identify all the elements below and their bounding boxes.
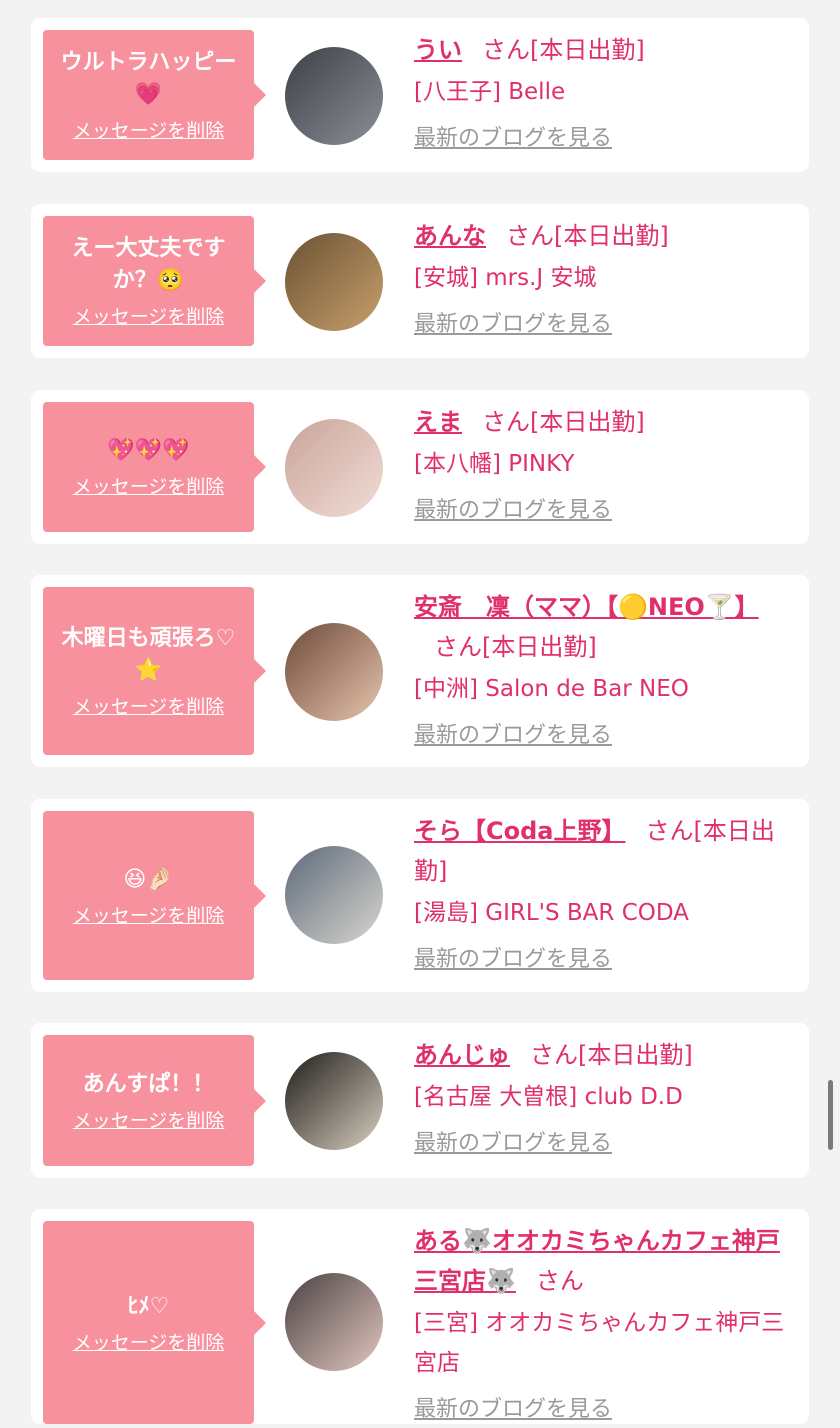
cast-name-link[interactable]: そら【Coda上野】 [414, 817, 625, 845]
avatar[interactable] [285, 846, 383, 944]
name-line: そら【Coda上野】 さん[本日出勤] [414, 811, 794, 891]
delete-message-link[interactable]: メッセージを削除 [73, 904, 225, 928]
cast-name-link[interactable]: うい [414, 36, 462, 64]
name-line: あんな さん[本日出勤] [414, 216, 794, 256]
scrollbar[interactable] [828, 1080, 833, 1150]
message-card: 木曜日も頑張ろ♡⭐ メッセージを削除 安斎 凜（ママ）【🟡NEO🍸】さん[本日出… [31, 575, 809, 767]
message-card: 💖💖💖 メッセージを削除 えま さん[本日出勤] [本八幡] PINKY 最新のブ… [31, 390, 809, 544]
cast-info: あんじゅ さん[本日出勤] [名古屋 大曽根] club D.D 最新のブログを見… [414, 1035, 794, 1159]
message-text: 😆🤌🏻 [123, 866, 174, 892]
delete-message-link[interactable]: メッセージを削除 [73, 119, 225, 143]
message-bubble: ウルトラハッピー💗 メッセージを削除 [43, 30, 266, 160]
message-bubble: 木曜日も頑張ろ♡⭐ メッセージを削除 [43, 587, 266, 755]
attendance-status: さん[本日出勤] [482, 408, 645, 436]
cast-name-link[interactable]: あんな [414, 222, 486, 250]
cast-info: ある🐺オオカミちゃんカフェ神戸三宮店🐺 さん [三宮] オオカミちゃんカフェ神戸三… [414, 1221, 794, 1425]
shop-info: [湯島] GIRL'S BAR CODA [414, 900, 689, 926]
latest-blog-link[interactable]: 最新のブログを見る [414, 124, 612, 154]
name-line: うい さん[本日出勤] [414, 30, 794, 70]
attendance-status: さん [535, 1267, 584, 1295]
message-text: あんすぱ！！ [82, 1071, 215, 1097]
shop-info: [本八幡] PINKY [414, 451, 575, 477]
message-card: 😆🤌🏻 メッセージを削除 そら【Coda上野】 さん[本日出勤] [湯島] GIR… [31, 799, 809, 992]
message-bubble: 💖💖💖 メッセージを削除 [43, 402, 266, 532]
message-card: ウルトラハッピー💗 メッセージを削除 うい さん[本日出勤] [八王子] Bell… [31, 18, 809, 172]
attendance-status: さん[本日出勤] [434, 633, 597, 661]
name-line: えま さん[本日出勤] [414, 402, 794, 442]
latest-blog-link[interactable]: 最新のブログを見る [414, 721, 612, 751]
cast-info: えま さん[本日出勤] [本八幡] PINKY 最新のブログを見る [414, 402, 794, 526]
shop-info: [名古屋 大曽根] club D.D [414, 1084, 683, 1110]
delete-message-link[interactable]: メッセージを削除 [73, 475, 225, 499]
message-bubble: えー大丈夫ですか？🥺 メッセージを削除 [43, 216, 266, 346]
attendance-status: さん[本日出勤] [530, 1041, 693, 1069]
delete-message-link[interactable]: メッセージを削除 [73, 1331, 225, 1355]
cast-name-link[interactable]: えま [414, 408, 462, 436]
latest-blog-link[interactable]: 最新のブログを見る [414, 1395, 612, 1425]
attendance-status: さん[本日出勤] [506, 222, 669, 250]
message-text: 💖💖💖 [107, 438, 190, 463]
message-bubble: あんすぱ！！ メッセージを削除 [43, 1035, 266, 1166]
delete-message-link[interactable]: メッセージを削除 [73, 1109, 225, 1133]
avatar[interactable] [285, 1273, 383, 1371]
shop-info: [中洲] Salon de Bar NEO [414, 676, 689, 702]
avatar[interactable] [285, 47, 383, 145]
latest-blog-link[interactable]: 最新のブログを見る [414, 496, 612, 526]
latest-blog-link[interactable]: 最新のブログを見る [414, 310, 612, 340]
cast-name-link[interactable]: あんじゅ [414, 1041, 510, 1069]
latest-blog-link[interactable]: 最新のブログを見る [414, 945, 612, 975]
cast-info: あんな さん[本日出勤] [安城] mrs.J 安城 最新のブログを見る [414, 216, 794, 340]
message-text: 木曜日も頑張ろ♡⭐ [61, 626, 236, 683]
name-line: ある🐺オオカミちゃんカフェ神戸三宮店🐺 さん [414, 1221, 794, 1301]
message-text: ウルトラハッピー💗 [60, 50, 237, 107]
cast-info: 安斎 凜（ママ）【🟡NEO🍸】さん[本日出勤] [中洲] Salon de Ba… [414, 587, 794, 751]
cast-info: そら【Coda上野】 さん[本日出勤] [湯島] GIRL'S BAR CODA … [414, 811, 794, 975]
latest-blog-link[interactable]: 最新のブログを見る [414, 1129, 612, 1159]
avatar[interactable] [285, 419, 383, 517]
message-card: あんすぱ！！ メッセージを削除 あんじゅ さん[本日出勤] [名古屋 大曽根] c… [31, 1023, 809, 1178]
attendance-status: さん[本日出勤] [482, 36, 645, 64]
delete-message-link[interactable]: メッセージを削除 [73, 695, 225, 719]
delete-message-link[interactable]: メッセージを削除 [73, 305, 225, 329]
avatar[interactable] [285, 1052, 383, 1150]
shop-info: [安城] mrs.J 安城 [414, 265, 597, 291]
message-bubble: ﾋﾒ♡ メッセージを削除 [43, 1221, 266, 1424]
name-line: あんじゅ さん[本日出勤] [414, 1035, 794, 1075]
avatar[interactable] [285, 233, 383, 331]
message-card: えー大丈夫ですか？🥺 メッセージを削除 あんな さん[本日出勤] [安城] mrs… [31, 204, 809, 358]
shop-info: [三宮] オオカミちゃんカフェ神戸三宮店 [414, 1310, 785, 1376]
cast-name-link[interactable]: 安斎 凜（ママ）【🟡NEO🍸】 [414, 593, 759, 621]
cast-name-link[interactable]: ある🐺オオカミちゃんカフェ神戸三宮店🐺 [414, 1227, 780, 1295]
name-line: 安斎 凜（ママ）【🟡NEO🍸】さん[本日出勤] [414, 587, 794, 667]
message-bubble: 😆🤌🏻 メッセージを削除 [43, 811, 266, 980]
message-text: えー大丈夫ですか？🥺 [71, 236, 226, 293]
avatar[interactable] [285, 623, 383, 721]
message-card: ﾋﾒ♡ メッセージを削除 ある🐺オオカミちゃんカフェ神戸三宮店🐺 さん [三宮] … [31, 1209, 809, 1424]
message-text: ﾋﾒ♡ [127, 1293, 170, 1319]
shop-info: [八王子] Belle [414, 79, 566, 105]
cast-info: うい さん[本日出勤] [八王子] Belle 最新のブログを見る [414, 30, 794, 154]
